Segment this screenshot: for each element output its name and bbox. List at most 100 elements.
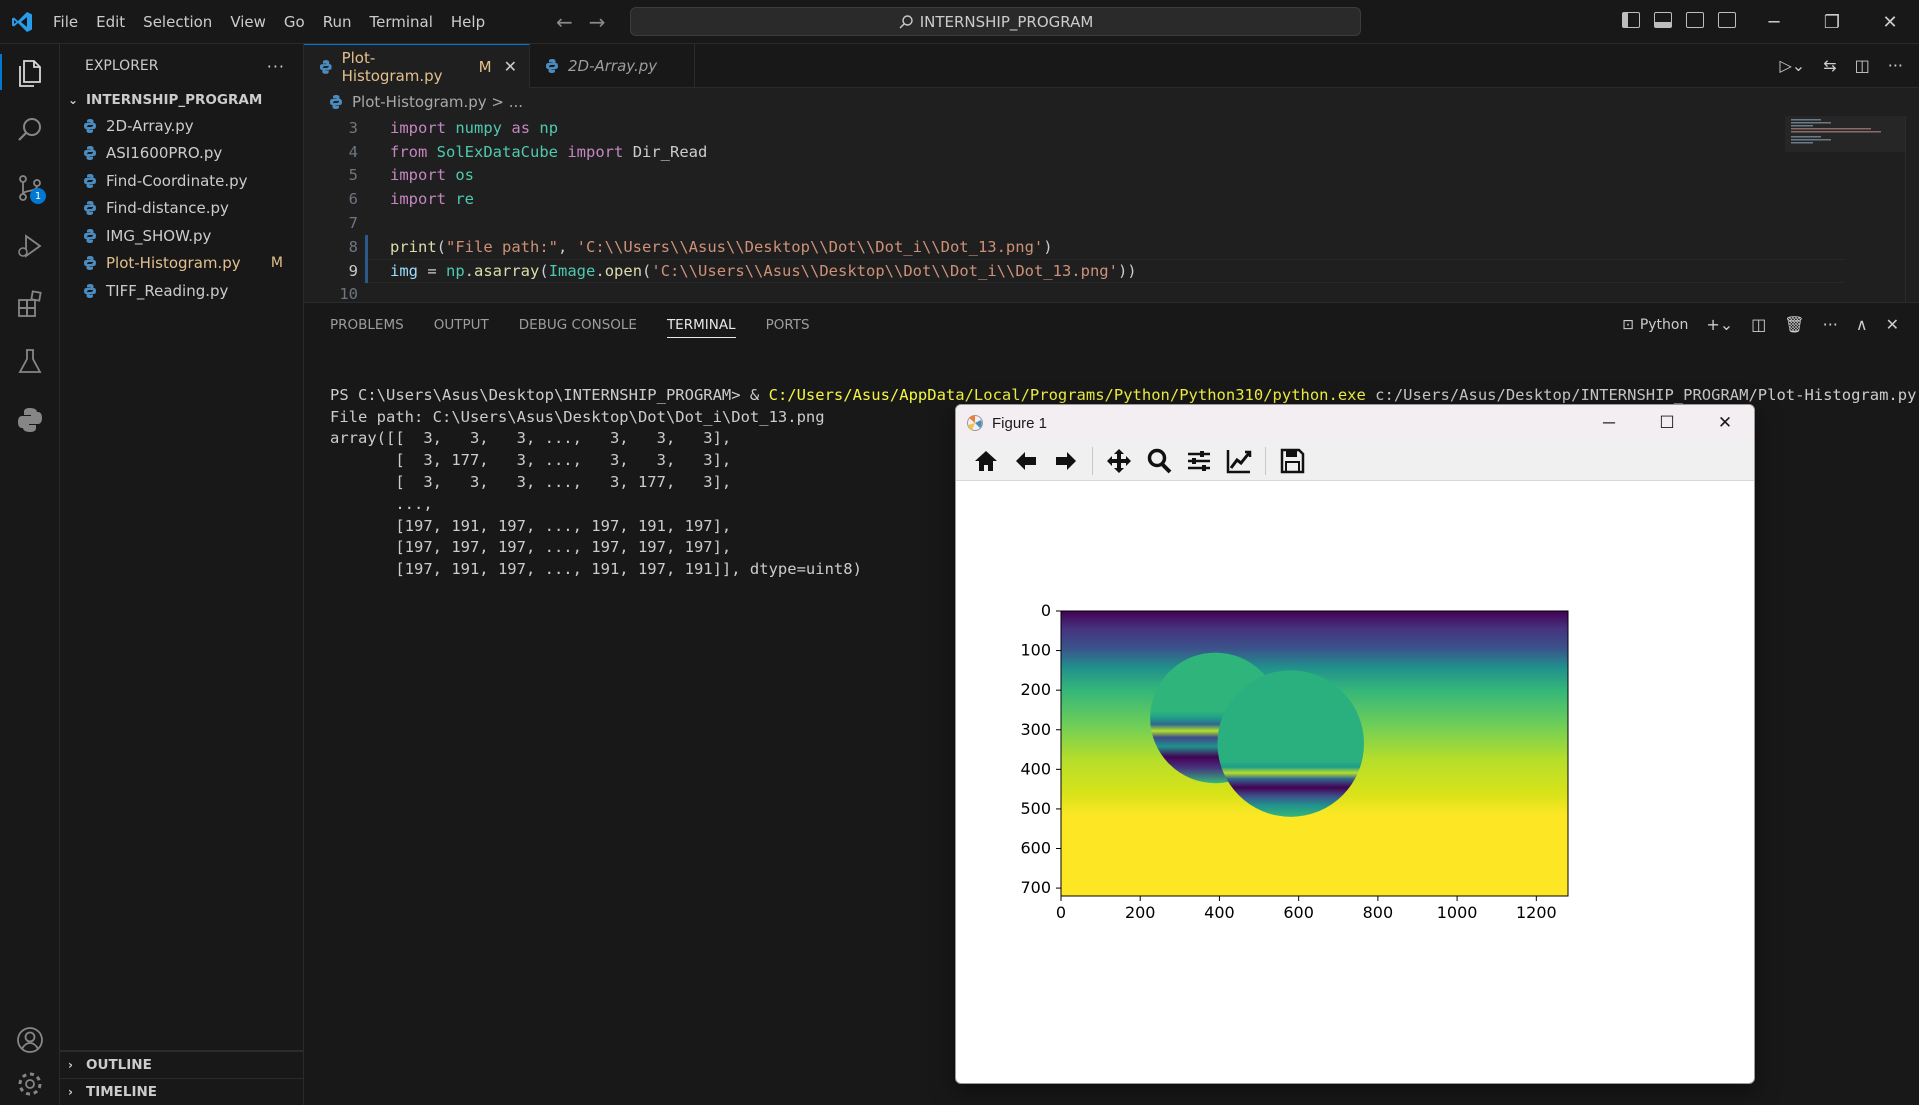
more-actions-icon[interactable]: ··· <box>1888 56 1903 75</box>
menu-view[interactable]: View <box>221 13 275 31</box>
restore-icon[interactable]: ❐ <box>1803 0 1861 44</box>
search-icon[interactable] <box>12 112 48 148</box>
outline-section[interactable]: › OUTLINE <box>60 1051 304 1078</box>
menu-help[interactable]: Help <box>442 13 494 31</box>
vscode-logo-icon <box>12 12 32 32</box>
y-tick-label: 700 <box>1020 878 1051 897</box>
compare-changes-icon[interactable]: ⇆ <box>1823 56 1836 75</box>
close-icon[interactable]: ✕ <box>1696 405 1754 441</box>
more-actions-icon[interactable]: ··· <box>267 57 285 76</box>
split-terminal-icon[interactable]: ◫ <box>1751 315 1766 334</box>
python-file-icon <box>84 201 96 216</box>
maximize-icon[interactable]: ☐ <box>1638 405 1696 441</box>
file-name: IMG_SHOW.py <box>106 226 212 245</box>
toolbar-separator <box>1265 446 1266 475</box>
tab-problems[interactable]: PROBLEMS <box>330 303 404 347</box>
file-item[interactable]: Find-distance.py <box>60 195 303 223</box>
menu-terminal[interactable]: Terminal <box>361 13 442 31</box>
plot-canvas[interactable]: 0 200 400 600 800 1000 1200 0 100 200 300 400 500 600… <box>956 481 1755 1084</box>
customize-layout-icon[interactable] <box>1718 12 1736 28</box>
kill-terminal-icon[interactable]: 🗑 <box>1784 315 1804 334</box>
y-tick-label: 100 <box>1020 641 1051 660</box>
menu-edit[interactable]: Edit <box>87 13 134 31</box>
toggle-secondary-sidebar-icon[interactable] <box>1686 12 1704 28</box>
settings-gear-icon[interactable] <box>12 1066 48 1102</box>
file-item[interactable]: TIFF_Reading.py <box>60 277 303 305</box>
editor-scrollbar[interactable] <box>1905 116 1919 302</box>
run-python-icon[interactable]: ▷⌄ <box>1779 56 1805 75</box>
file-item[interactable]: Find-Coordinate.py <box>60 167 303 195</box>
pan-icon[interactable] <box>1103 445 1135 477</box>
code-editor[interactable]: 3 import numpy as np 4 from SolExDataCub… <box>304 116 1919 302</box>
extensions-icon[interactable] <box>12 286 48 322</box>
token: . <box>464 261 475 280</box>
close-panel-icon[interactable]: ✕ <box>1886 315 1899 334</box>
file-item[interactable]: ASI1600PRO.py <box>60 140 303 168</box>
source-control-icon[interactable]: 1 <box>12 170 48 206</box>
new-terminal-icon[interactable]: +⌄ <box>1706 315 1733 334</box>
token: import <box>390 166 446 185</box>
menu-go[interactable]: Go <box>275 13 314 31</box>
token: numpy <box>455 118 503 137</box>
line-number: 5 <box>348 166 358 185</box>
tab-plot-histogram[interactable]: Plot-Histogram.py M ✕ <box>304 44 530 88</box>
menu-file[interactable]: File <box>44 13 87 31</box>
arrow-left-icon[interactable]: ← <box>556 10 573 34</box>
git-modified-gutter <box>365 258 368 283</box>
toggle-primary-sidebar-icon[interactable] <box>1622 12 1640 28</box>
menu-selection[interactable]: Selection <box>134 13 221 31</box>
timeline-section[interactable]: › TIMELINE <box>60 1078 304 1105</box>
back-icon[interactable] <box>1010 445 1042 477</box>
account-icon[interactable] <box>12 1022 48 1058</box>
figure-titlebar[interactable]: Figure 1 ─ ☐ ✕ <box>956 405 1754 441</box>
terminal-selector[interactable]: ⊡ Python <box>1622 317 1688 333</box>
explorer-header: EXPLORER ··· <box>60 44 303 88</box>
maximize-panel-icon[interactable]: ∧ <box>1856 315 1868 334</box>
outline-label: OUTLINE <box>86 1057 152 1073</box>
file-item[interactable]: 2D-Array.py <box>60 112 303 140</box>
matplotlib-app-icon <box>967 415 983 431</box>
menu-run[interactable]: Run <box>314 13 361 31</box>
file-item[interactable]: IMG_SHOW.py <box>60 222 303 250</box>
toggle-panel-icon[interactable] <box>1654 12 1672 28</box>
editor-tabs: Plot-Histogram.py M ✕ 2D-Array.py ▷⌄ ⇆ ◫… <box>304 44 1919 88</box>
python-icon[interactable] <box>12 402 48 438</box>
tab-output[interactable]: OUTPUT <box>434 303 489 347</box>
close-tab-icon[interactable]: ✕ <box>504 57 517 76</box>
split-editor-icon[interactable]: ◫ <box>1855 56 1870 75</box>
home-icon[interactable] <box>970 445 1002 477</box>
breadcrumb-path[interactable]: Plot-Histogram.py > ... <box>352 93 523 111</box>
explorer-sidebar: EXPLORER ··· ⌄ INTERNSHIP_PROGRAM 2D-Arr… <box>60 44 304 1105</box>
run-debug-icon[interactable] <box>12 228 48 264</box>
edit-axis-icon[interactable] <box>1223 445 1255 477</box>
command-center[interactable]: INTERNSHIP_PROGRAM <box>630 7 1361 36</box>
tab-2d-array[interactable]: 2D-Array.py <box>530 44 695 88</box>
more-actions-icon[interactable]: ··· <box>1823 315 1838 334</box>
token: ( <box>539 261 549 280</box>
arrow-right-icon[interactable]: → <box>589 10 606 34</box>
tab-terminal[interactable]: TERMINAL <box>666 303 736 347</box>
close-icon[interactable]: ✕ <box>1861 0 1919 44</box>
token: Image <box>548 261 596 280</box>
testing-icon[interactable] <box>12 344 48 380</box>
token: import <box>567 142 624 161</box>
code-line-3: 3 import numpy as np <box>304 116 1919 140</box>
explorer-icon[interactable] <box>0 54 60 90</box>
window-controls: ─ ❐ ✕ <box>1745 0 1919 44</box>
folder-row[interactable]: ⌄ INTERNSHIP_PROGRAM <box>60 88 303 112</box>
y-tick-label: 300 <box>1020 720 1051 739</box>
zoom-icon[interactable] <box>1143 445 1175 477</box>
forward-icon[interactable] <box>1050 445 1082 477</box>
line-number: 3 <box>348 118 358 137</box>
file-item[interactable]: Plot-Histogram.py M <box>60 250 303 278</box>
minimize-icon[interactable]: ─ <box>1745 0 1803 44</box>
tab-debug-console[interactable]: DEBUG CONSOLE <box>519 303 637 347</box>
folder-name: INTERNSHIP_PROGRAM <box>86 92 263 108</box>
panel-actions: ⊡ Python +⌄ ◫ 🗑 ··· ∧ ✕ <box>1622 315 1899 334</box>
minimap[interactable] <box>1785 116 1905 302</box>
save-icon[interactable] <box>1276 445 1308 477</box>
configure-subplots-icon[interactable] <box>1183 445 1215 477</box>
token: import <box>390 118 446 137</box>
tab-ports[interactable]: PORTS <box>766 303 810 347</box>
minimize-icon[interactable]: ─ <box>1580 405 1638 441</box>
